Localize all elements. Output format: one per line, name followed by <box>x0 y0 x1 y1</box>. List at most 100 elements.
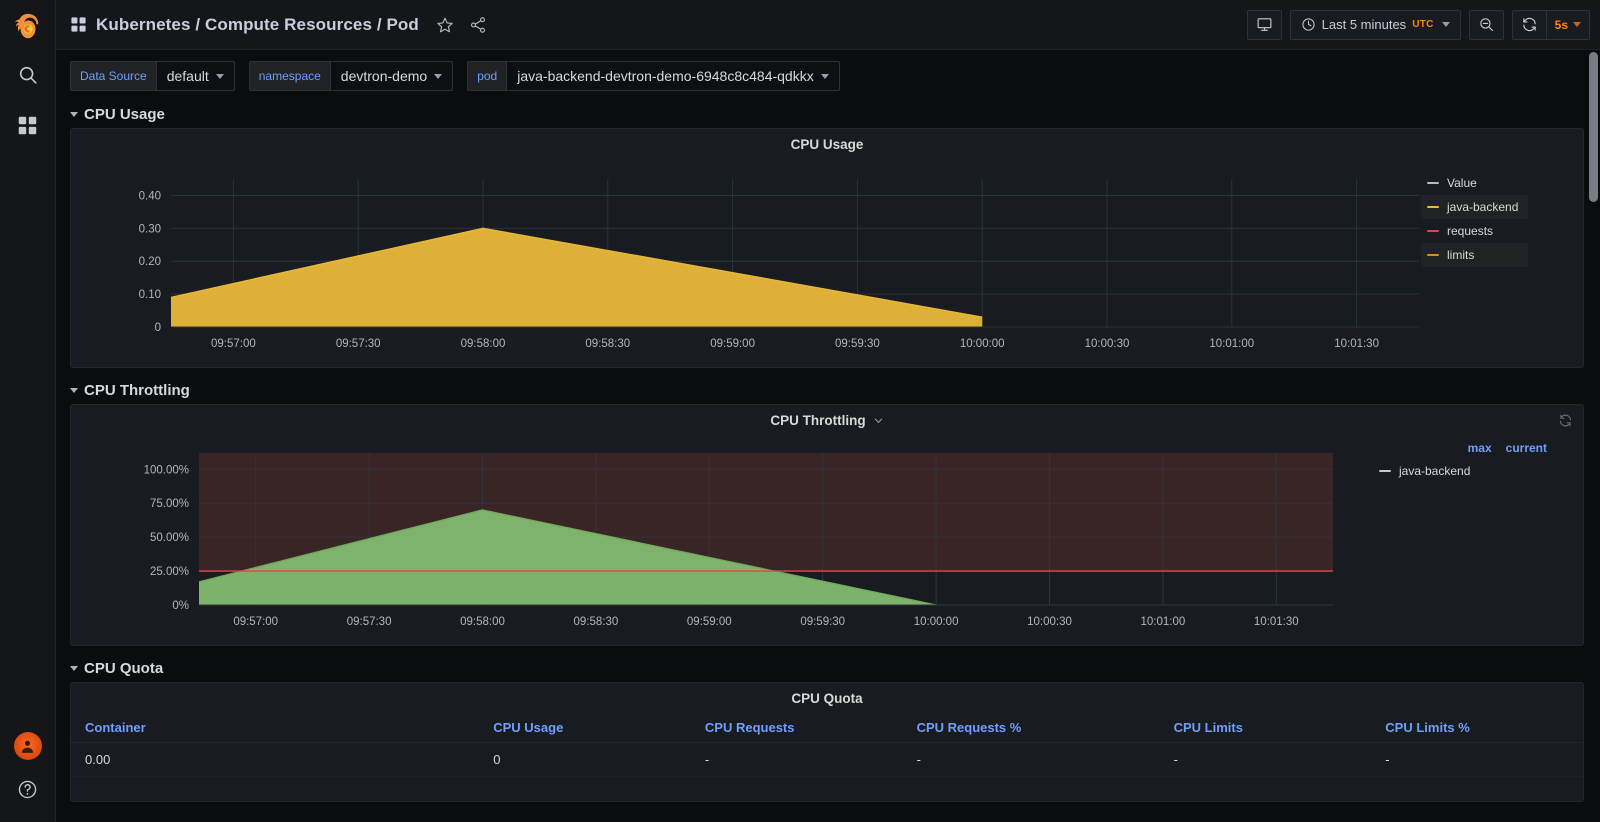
panel-cpu-throttling: CPU Throttling 0% 25.00% 50.00% 75.00% 100.0… <box>70 404 1584 646</box>
legend-color-swatch <box>1379 470 1391 472</box>
panel-title[interactable]: CPU Throttling <box>770 413 865 428</box>
table-cell: - <box>902 742 1160 777</box>
dashboard-grid-icon <box>70 16 87 33</box>
column-header[interactable]: Container <box>71 713 480 743</box>
legend-stat-max[interactable]: max <box>1468 441 1492 455</box>
cpu-quota-table: Container CPU Usage CPU Requests CPU Req… <box>71 713 1583 777</box>
table-cell: 0 <box>479 742 691 777</box>
svg-text:09:59:00: 09:59:00 <box>710 338 755 350</box>
panel-title[interactable]: CPU Quota <box>791 691 862 706</box>
legend-label: requests <box>1447 224 1494 238</box>
main-area: Kubernetes / Compute Resources / Pod Las… <box>56 0 1600 822</box>
legend-color-swatch <box>1427 230 1439 232</box>
legend-stat-current[interactable]: current <box>1506 441 1547 455</box>
row-header-cpu-usage[interactable]: CPU Usage <box>56 101 1600 128</box>
legend-label: Value <box>1447 176 1477 190</box>
svg-text:10:00:00: 10:00:00 <box>960 338 1005 350</box>
svg-text:0.20: 0.20 <box>139 256 161 268</box>
variable-label: namespace <box>248 61 330 91</box>
star-icon[interactable] <box>436 16 454 34</box>
panel-body: 0 0.10 0.20 0.30 0.40 09:57:00 09:57:30 09:58:0… <box>71 159 1583 369</box>
chevron-down-icon <box>1573 22 1581 27</box>
variable-datasource: Data Source default <box>70 61 235 91</box>
chevron-down-icon <box>1441 22 1450 27</box>
svg-text:09:57:30: 09:57:30 <box>336 338 381 350</box>
column-header[interactable]: CPU Requests <box>690 713 903 743</box>
cpu-throttling-svg: 0% 25.00% 50.00% 75.00% 100.00% 09:57:00 09:57… <box>144 453 1333 628</box>
svg-text:09:58:30: 09:58:30 <box>585 338 630 350</box>
scrollbar-thumb[interactable] <box>1589 52 1598 202</box>
chevron-down-icon[interactable] <box>873 415 884 426</box>
refresh-controls: 5s <box>1511 9 1590 40</box>
svg-text:09:58:00: 09:58:00 <box>460 616 505 628</box>
table-row[interactable]: 0.00 0 - - - - <box>71 742 1583 777</box>
panel-header: CPU Quota <box>71 683 1583 713</box>
time-zone-label: UTC <box>1412 19 1434 30</box>
variable-value-dropdown[interactable]: default <box>155 61 235 91</box>
page-title[interactable]: Kubernetes / Compute Resources / Pod <box>96 15 419 35</box>
table-header-row: Container CPU Usage CPU Requests CPU Req… <box>71 713 1583 743</box>
legend-label: java-backend <box>1447 200 1519 214</box>
refresh-interval-picker[interactable]: 5s <box>1547 11 1589 39</box>
svg-text:10:01:30: 10:01:30 <box>1254 616 1299 628</box>
variable-label: Data Source <box>70 61 156 91</box>
table-cell: - <box>1371 742 1583 777</box>
top-navbar: Kubernetes / Compute Resources / Pod Las… <box>56 0 1600 50</box>
refresh-icon <box>1522 17 1536 32</box>
template-variables-bar: Data Source default namespace devtron-de… <box>56 50 1600 101</box>
refresh-spinner-icon[interactable] <box>1558 413 1573 433</box>
refresh-interval-label: 5s <box>1554 17 1568 32</box>
share-icon[interactable] <box>469 16 487 34</box>
table-cell: - <box>690 742 903 777</box>
row-title: CPU Throttling <box>84 381 190 399</box>
time-range-picker[interactable]: Last 5 minutes UTC <box>1289 9 1461 40</box>
refresh-button[interactable] <box>1513 11 1546 39</box>
svg-text:09:59:30: 09:59:30 <box>835 338 880 350</box>
cpu-throttling-plot[interactable]: 0% 25.00% 50.00% 75.00% 100.00% 09:57:00 09:57… <box>71 435 1361 648</box>
grafana-logo-icon[interactable] <box>11 10 45 44</box>
row-header-cpu-throttling[interactable]: CPU Throttling <box>56 377 1600 404</box>
navbar-right-controls: Last 5 minutes UTC 5s <box>1246 9 1590 40</box>
zoom-out-button[interactable] <box>1468 9 1504 40</box>
panel-cpu-usage: CPU Usage 0 0.10 0.20 0.30 0.40 09:57:00 09:57… <box>70 128 1584 368</box>
panel-cpu-quota: CPU Quota Container CPU Usage CPU Reques… <box>70 682 1584 802</box>
panel-title[interactable]: CPU Usage <box>791 137 864 152</box>
user-avatar-icon[interactable] <box>13 732 42 760</box>
variable-value-dropdown[interactable]: devtron-demo <box>329 61 454 91</box>
column-header[interactable]: CPU Requests % <box>902 713 1160 743</box>
svg-text:09:59:30: 09:59:30 <box>800 616 845 628</box>
panel-header: CPU Throttling <box>71 405 1583 435</box>
sidebar-bottom-group <box>9 732 47 808</box>
zoom-out-icon <box>1479 18 1493 32</box>
clock-icon <box>1302 18 1315 31</box>
cpu-usage-plot[interactable]: 0 0.10 0.20 0.30 0.40 09:57:00 09:57:30 09:58:0… <box>71 159 1421 369</box>
column-header[interactable]: CPU Usage <box>479 713 691 743</box>
chevron-down-icon <box>70 665 78 671</box>
cpu-usage-legend: Value java-backend requests limits <box>1421 159 1529 369</box>
page-scrollbar[interactable] <box>1589 52 1598 816</box>
svg-text:50.00%: 50.00% <box>150 532 189 544</box>
chevron-down-icon <box>434 73 443 79</box>
column-header[interactable]: CPU Limits <box>1159 713 1372 743</box>
svg-text:10:01:30: 10:01:30 <box>1334 338 1379 350</box>
variable-value-text: devtron-demo <box>340 68 428 84</box>
legend-item[interactable]: java-backend <box>1361 459 1583 483</box>
row-title: CPU Quota <box>84 659 164 677</box>
tv-mode-button[interactable] <box>1246 9 1282 40</box>
variable-label: pod <box>467 61 507 91</box>
column-header[interactable]: CPU Limits % <box>1371 713 1583 743</box>
svg-text:10:00:30: 10:00:30 <box>1027 616 1072 628</box>
dashboards-icon[interactable] <box>9 106 47 144</box>
legend-item[interactable]: limits <box>1421 243 1529 267</box>
row-header-cpu-quota[interactable]: CPU Quota <box>56 655 1600 682</box>
search-icon[interactable] <box>9 56 47 94</box>
variable-value-dropdown[interactable]: java-backend-devtron-demo-6948c8c484-qdk… <box>506 61 840 91</box>
legend-item[interactable]: java-backend <box>1421 195 1529 219</box>
legend-label: limits <box>1447 248 1475 262</box>
svg-text:100.00%: 100.00% <box>144 464 189 476</box>
chevron-down-icon <box>70 387 78 393</box>
legend-item[interactable]: requests <box>1421 219 1528 243</box>
legend-item[interactable]: Value <box>1421 171 1528 195</box>
help-icon[interactable] <box>9 770 47 808</box>
panel-header: CPU Usage <box>71 129 1583 159</box>
